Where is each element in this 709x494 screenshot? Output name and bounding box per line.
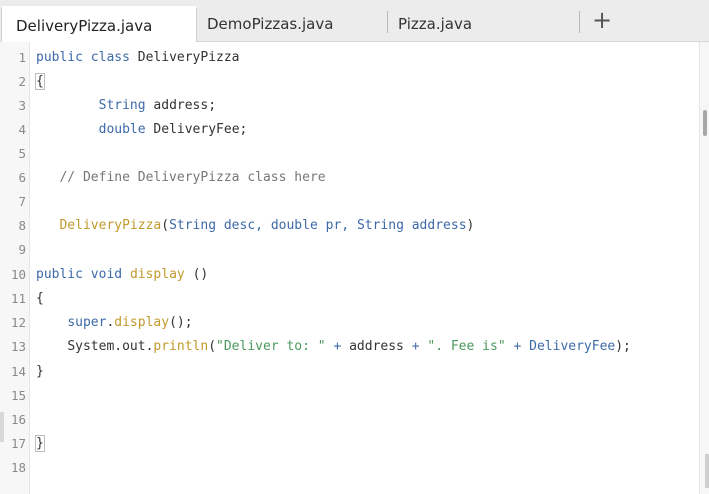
token: display <box>129 267 185 282</box>
code-line: System.out.println("Deliver to: " + addr… <box>36 335 631 359</box>
code-line: } <box>36 360 44 384</box>
tab-label: DeliveryPizza.java <box>16 16 153 35</box>
token: address <box>411 218 467 233</box>
token: (); <box>169 315 193 330</box>
token: display <box>114 315 170 330</box>
tab-pizza-java[interactable]: Pizza.java <box>384 6 574 42</box>
code-editor[interactable]: 1 2 3 4 5 6 7 8 9 10 11 12 13 14 15 16 1… <box>0 42 709 494</box>
token: () <box>192 267 209 282</box>
line-number: 2 <box>18 74 26 89</box>
tab-separator <box>579 11 580 33</box>
line-number-gutter: 1 2 3 4 5 6 7 8 9 10 11 12 13 14 15 16 1… <box>0 42 30 494</box>
code-line: { <box>36 287 44 311</box>
token: ); <box>615 339 631 354</box>
token: address <box>349 339 404 354</box>
code-line: double DeliveryFee; <box>36 118 248 142</box>
line-number: 12 <box>10 315 26 330</box>
line-number: 18 <box>10 460 26 475</box>
resize-handle-right[interactable] <box>705 454 709 488</box>
line-number: 7 <box>18 194 26 209</box>
code-line: String address; <box>36 94 216 118</box>
token: ) <box>466 218 475 233</box>
token: double <box>98 122 146 137</box>
token: ( <box>161 218 170 233</box>
tab-label: Pizza.java <box>398 15 473 33</box>
token: { <box>36 291 44 306</box>
line-number: 3 <box>18 98 26 113</box>
tab-bar: DeliveryPizza.java DemoPizzas.java Pizza… <box>0 0 709 42</box>
token: pr, <box>325 218 350 233</box>
code-line: { <box>35 70 45 94</box>
code-line: } <box>35 432 45 456</box>
code-line: public void display () <box>36 263 208 287</box>
token: double <box>270 218 318 233</box>
code-line: // Define DeliveryPizza class here <box>36 166 326 190</box>
token: } <box>36 364 44 379</box>
token: DeliveryFee; <box>153 122 248 137</box>
code-line: super.display(); <box>36 311 193 335</box>
matched-brace: } <box>35 435 45 452</box>
tab-label: DemoPizzas.java <box>207 15 334 33</box>
scrollbar-thumb[interactable] <box>703 110 707 136</box>
token: public <box>36 267 83 282</box>
token: class <box>90 50 130 65</box>
token: DeliveryPizza <box>59 218 162 233</box>
line-number: 1 <box>18 50 26 65</box>
token: desc, <box>223 218 263 233</box>
line-number: 15 <box>10 388 26 403</box>
token: String <box>169 218 217 233</box>
line-number: 14 <box>10 364 26 379</box>
resize-handle-left[interactable] <box>0 412 4 442</box>
code-line: public class DeliveryPizza <box>36 46 240 70</box>
token: println <box>153 339 209 354</box>
token: void <box>90 267 123 282</box>
token: DeliveryFee <box>529 339 616 354</box>
token: DeliveryPizza <box>137 50 240 65</box>
tab-deliverypizza-java[interactable]: DeliveryPizza.java <box>1 6 197 42</box>
operator: + <box>513 339 522 354</box>
string-literal: ". Fee is" <box>427 339 506 354</box>
token: System.out. <box>67 339 154 354</box>
operator: + <box>411 339 420 354</box>
operator: + <box>333 339 342 354</box>
plus-icon: + <box>591 6 613 34</box>
token: String <box>356 218 404 233</box>
line-number: 6 <box>18 170 26 185</box>
matched-brace: { <box>35 73 45 90</box>
vertical-scrollbar[interactable] <box>699 42 709 494</box>
line-number: 5 <box>18 146 26 161</box>
line-number: 10 <box>10 267 26 282</box>
code-line: DeliveryPizza(String desc, double pr, St… <box>36 214 474 238</box>
line-number: 4 <box>18 122 26 137</box>
comment: // Define DeliveryPizza class here <box>59 170 326 185</box>
line-number: 8 <box>18 218 26 233</box>
token: String <box>98 98 146 113</box>
tab-demopizzas-java[interactable]: DemoPizzas.java <box>193 6 383 42</box>
token: super <box>67 315 107 330</box>
token: address; <box>153 98 217 113</box>
string-literal: "Deliver to: " <box>216 339 326 354</box>
add-tab-button[interactable]: + <box>590 6 614 34</box>
token: ( <box>208 339 217 354</box>
line-number: 13 <box>10 339 26 354</box>
line-number: 9 <box>18 242 26 257</box>
line-number: 11 <box>10 291 26 306</box>
token: public <box>36 50 83 65</box>
